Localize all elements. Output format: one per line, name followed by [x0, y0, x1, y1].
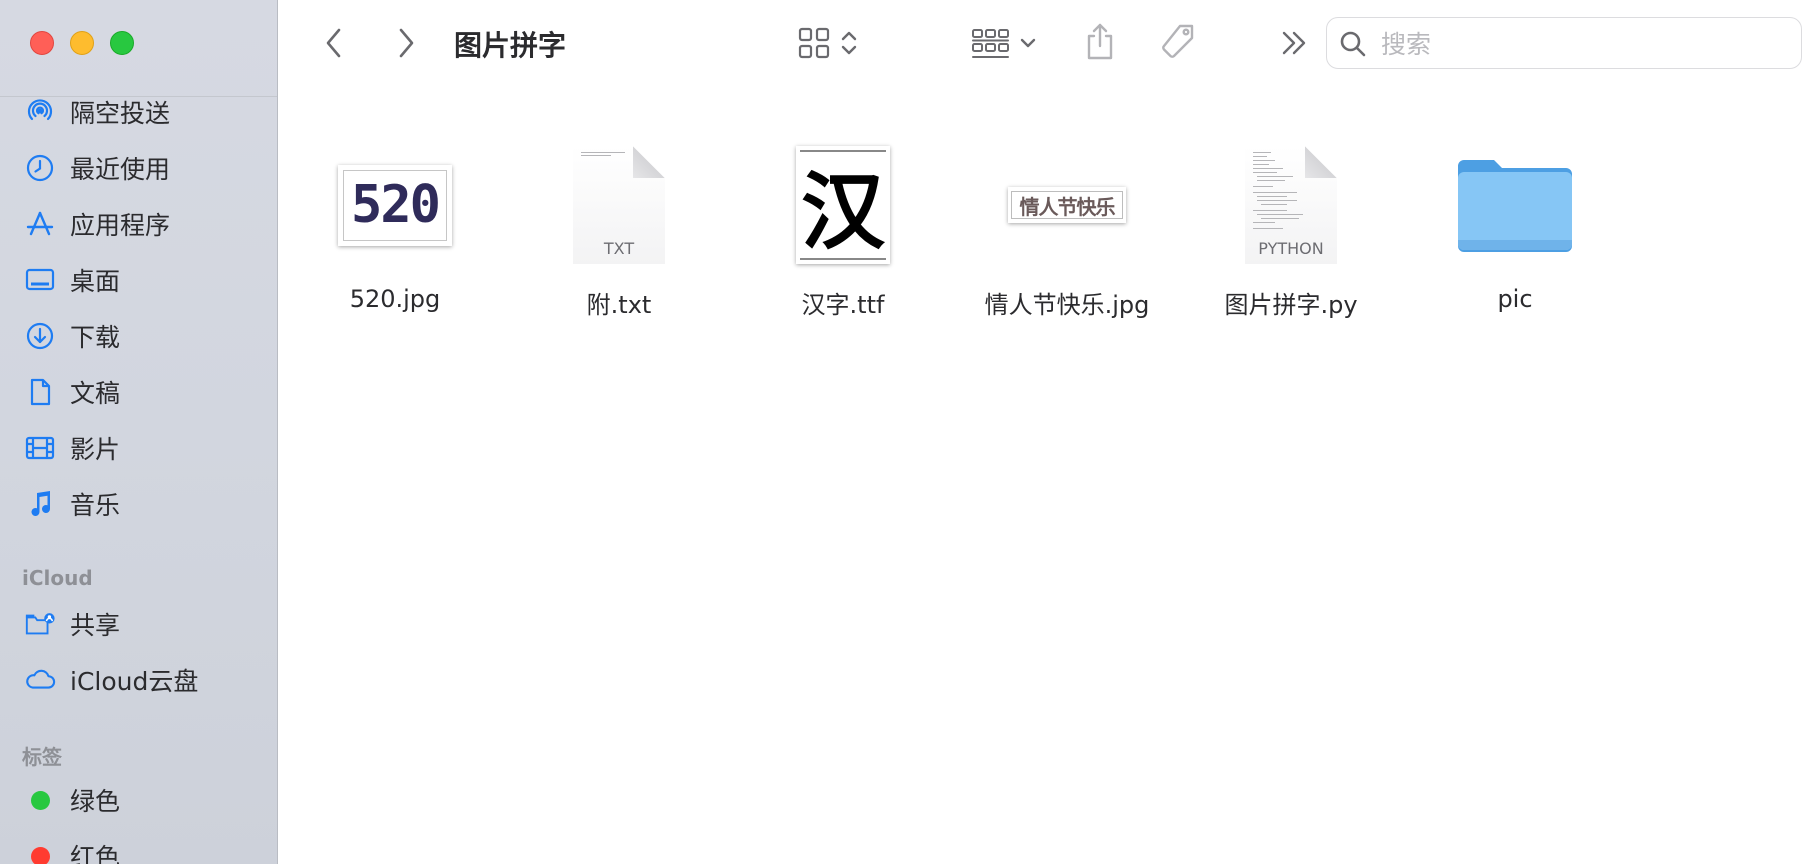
view-mode-button[interactable]	[792, 22, 864, 64]
file-name: 情人节快乐.jpg	[984, 291, 1150, 319]
sidebar-item-label: 影片	[70, 435, 121, 464]
sidebar-item-music[interactable]: 音乐	[0, 479, 277, 529]
tag-icon	[1162, 24, 1194, 58]
thumbnail-text: 汉	[800, 150, 886, 261]
minimize-button[interactable]	[70, 31, 94, 55]
file-thumbnail: PYTHON	[1229, 140, 1353, 270]
sidebar-item-label: 下载	[70, 323, 121, 352]
red-tag-icon	[24, 840, 56, 864]
file-thumbnail	[1453, 140, 1577, 270]
file-name: 附.txt	[586, 291, 652, 319]
python-document-icon: PYTHON	[1245, 146, 1337, 264]
tags-section-header: 标签	[22, 745, 62, 769]
file-item[interactable]: TXT 附.txt	[509, 140, 729, 320]
film-icon	[24, 432, 56, 464]
sidebar-item-icloud-drive[interactable]: iCloud云盘	[0, 655, 277, 705]
sidebar: 隔空投送 最近使用 应用程序 桌面 下载 文稿 影片 音乐 iCloud 共享 …	[0, 0, 278, 864]
file-item[interactable]: 520 520.jpg	[285, 140, 505, 320]
back-button[interactable]	[318, 24, 350, 62]
share-button[interactable]	[1080, 20, 1120, 64]
sidebar-item-label: 最近使用	[70, 155, 171, 184]
file-thumbnail: 520	[333, 140, 457, 270]
file-thumbnail: 情人节快乐	[1005, 140, 1129, 270]
cloud-icon	[24, 664, 56, 696]
sidebar-item-label: 红色	[70, 843, 121, 864]
applications-icon	[24, 208, 56, 240]
search-field[interactable]	[1326, 17, 1802, 69]
file-name: 图片拼字.py	[1224, 291, 1358, 319]
sidebar-item-label: 文稿	[70, 379, 121, 408]
file-name: pic	[1497, 285, 1533, 313]
sidebar-item-documents[interactable]: 文稿	[0, 367, 277, 417]
image-thumbnail: 520	[338, 164, 452, 246]
file-item[interactable]: pic	[1405, 140, 1625, 320]
sidebar-item-tag-green[interactable]: 绿色	[0, 775, 277, 825]
font-thumbnail: 汉	[796, 146, 890, 264]
sidebar-item-movies[interactable]: 影片	[0, 423, 277, 473]
desktop-icon	[24, 264, 56, 296]
sidebar-item-airdrop[interactable]: 隔空投送	[0, 87, 277, 137]
green-tag-icon	[24, 784, 56, 816]
file-name: 汉字.ttf	[801, 291, 885, 319]
window-controls	[30, 31, 134, 55]
download-icon	[24, 320, 56, 352]
sidebar-item-tag-red[interactable]: 红色	[0, 831, 277, 864]
file-thumbnail: 汉	[781, 140, 905, 270]
clock-icon	[24, 152, 56, 184]
music-icon	[24, 488, 56, 520]
double-chevron-right-icon	[1282, 31, 1306, 55]
file-item[interactable]: 情人节快乐 情人节快乐.jpg	[957, 140, 1177, 320]
up-down-chevron-icon	[841, 31, 857, 55]
window-title: 图片拼字	[454, 29, 567, 62]
zoom-button[interactable]	[110, 31, 134, 55]
group-icon	[972, 29, 1009, 58]
group-button[interactable]	[966, 22, 1042, 64]
sidebar-item-label: 音乐	[70, 491, 121, 520]
file-type-label: PYTHON	[1258, 239, 1324, 258]
sidebar-item-label: 绿色	[70, 787, 121, 816]
file-type-label: TXT	[603, 239, 635, 258]
sidebar-item-label: 桌面	[70, 267, 121, 296]
more-toolbar-button[interactable]	[1276, 24, 1312, 62]
text-document-icon: TXT	[573, 146, 665, 264]
search-icon	[1340, 31, 1366, 57]
airdrop-icon	[24, 96, 56, 128]
thumbnail-text: 520	[343, 169, 447, 241]
sidebar-item-label: 共享	[70, 611, 121, 640]
thumbnail-text: 情人节快乐	[1011, 191, 1123, 219]
share-icon	[1087, 23, 1113, 60]
grid-view-icon	[798, 27, 830, 59]
chevron-down-icon	[1020, 38, 1036, 48]
sidebar-item-downloads[interactable]: 下载	[0, 311, 277, 361]
sidebar-item-label: 应用程序	[70, 211, 171, 240]
file-item[interactable]: PYTHON 图片拼字.py	[1181, 140, 1401, 320]
forward-button[interactable]	[390, 24, 422, 62]
shared-folder-icon	[24, 608, 56, 640]
search-input[interactable]	[1379, 24, 1783, 64]
chevron-left-icon	[326, 28, 341, 58]
sidebar-item-recents[interactable]: 最近使用	[0, 143, 277, 193]
sidebar-item-label: iCloud云盘	[70, 667, 199, 696]
icloud-section-header: iCloud	[22, 566, 93, 590]
file-name: 520.jpg	[349, 285, 441, 313]
document-icon	[24, 376, 56, 408]
sidebar-item-applications[interactable]: 应用程序	[0, 199, 277, 249]
tag-button[interactable]	[1156, 20, 1200, 64]
file-item[interactable]: 汉 汉字.ttf	[733, 140, 953, 320]
folder-icon	[1458, 160, 1572, 252]
sidebar-item-desktop[interactable]: 桌面	[0, 255, 277, 305]
close-button[interactable]	[30, 31, 54, 55]
chevron-right-icon	[399, 28, 414, 58]
file-thumbnail: TXT	[557, 140, 681, 270]
sidebar-item-label: 隔空投送	[70, 99, 171, 128]
sidebar-item-shared[interactable]: 共享	[0, 599, 277, 649]
image-thumbnail: 情人节快乐	[1008, 187, 1126, 223]
